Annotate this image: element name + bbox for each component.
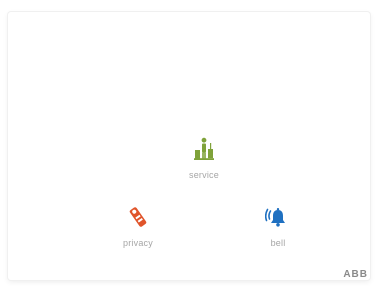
do-not-disturb-hanger-icon — [129, 207, 147, 227]
privacy-button[interactable]: privacy — [110, 205, 166, 248]
bell-label: bell — [270, 238, 286, 248]
service-button[interactable]: service — [176, 137, 232, 180]
ringing-bell-icon — [265, 208, 285, 227]
service-label: service — [189, 170, 219, 180]
bell-button[interactable]: bell — [250, 205, 306, 248]
room-control-panel: service privacy bell — [8, 12, 370, 280]
privacy-label: privacy — [123, 238, 153, 248]
service-cleaning-icon — [194, 137, 214, 160]
abb-logo: ABB — [343, 269, 368, 280]
